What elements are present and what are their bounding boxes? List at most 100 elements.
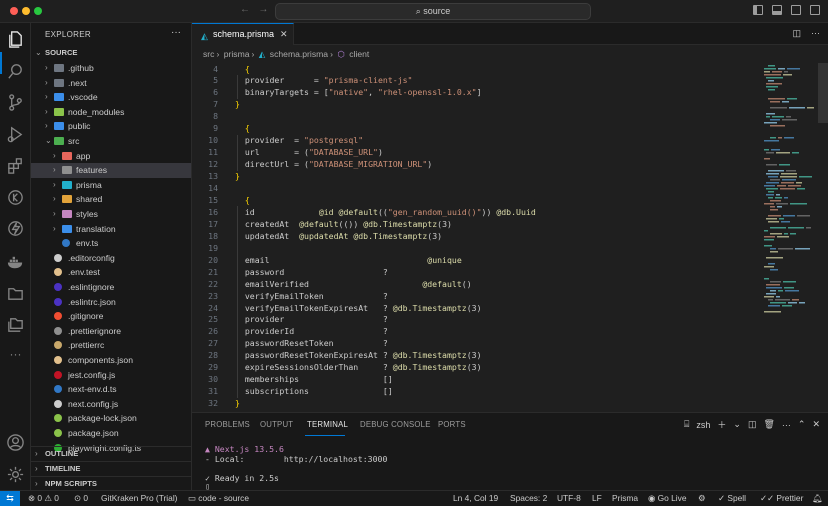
section-npm-scripts[interactable]: › NPM SCRIPTS — [31, 476, 191, 490]
extension-status-icon[interactable]: ⚙ — [698, 493, 706, 503]
new-terminal-icon[interactable]: ＋ — [717, 418, 726, 431]
tree-file[interactable]: next-env.d.ts — [31, 382, 191, 397]
settings-icon[interactable] — [6, 465, 25, 484]
shell-name[interactable]: zsh — [696, 420, 710, 430]
tree-file[interactable]: env.ts — [31, 236, 191, 251]
section-timeline[interactable]: › TIMELINE — [31, 461, 191, 476]
breadcrumb-item[interactable]: client — [349, 49, 369, 59]
trash-icon[interactable]: 🗑 — [763, 419, 774, 430]
section-outline[interactable]: › OUTLINE — [31, 446, 191, 461]
toggle-sidebar-icon[interactable] — [753, 5, 763, 15]
extensions-icon[interactable] — [6, 156, 25, 175]
spell-check-button[interactable]: ✓ Spell — [718, 493, 746, 503]
close-panel-icon[interactable]: ✕ — [812, 419, 820, 430]
tree-folder[interactable]: › translation — [31, 222, 191, 237]
tab-terminal[interactable]: TERMINAL — [307, 420, 348, 429]
tab-schema-prisma[interactable]: ◭ schema.prisma ✕ — [192, 23, 294, 45]
end-of-line[interactable]: LF — [592, 493, 602, 503]
close-window-button[interactable] — [10, 7, 18, 15]
tab-output[interactable]: OUTPUT — [260, 420, 293, 429]
split-editor-icon[interactable]: ◫ — [792, 28, 801, 39]
ports-status[interactable]: ⊙ 0 — [74, 493, 88, 503]
tree-file[interactable]: .env.test — [31, 265, 191, 280]
explorer-folders-icon[interactable] — [6, 315, 25, 334]
account-icon[interactable] — [6, 433, 25, 452]
problems-status[interactable]: ⊗ 0 ⚠ 0 — [28, 493, 59, 503]
source-control-icon[interactable] — [6, 93, 25, 112]
tree-folder[interactable]: › .vscode — [31, 90, 191, 105]
line-number: 24 — [208, 302, 218, 313]
more-actions-icon[interactable]: ··· — [811, 28, 820, 39]
code-line: updatedAt @updatedAt @db.Timestamptz(3) — [235, 230, 443, 241]
go-live-button[interactable]: ◉ Go Live — [648, 493, 687, 503]
tree-file[interactable]: jest.config.js — [31, 368, 191, 383]
editor-scrollbar[interactable] — [818, 63, 828, 123]
breadcrumb-item[interactable]: src — [203, 49, 214, 59]
minimap[interactable] — [762, 63, 814, 313]
command-center-search[interactable]: ⌕ source — [275, 3, 591, 20]
tree-file[interactable]: package-lock.json — [31, 411, 191, 426]
gitkraken-status[interactable]: GitKraken Pro (Trial) — [101, 493, 177, 503]
files-icon[interactable] — [6, 30, 25, 49]
gitkraken-icon[interactable] — [6, 188, 25, 207]
tree-item-label: components.json — [68, 355, 133, 365]
docker-icon[interactable] — [6, 253, 25, 272]
more-actions-icon[interactable]: ··· — [782, 420, 791, 430]
minimap-line — [764, 239, 774, 241]
minimap-line — [770, 281, 781, 283]
more-icon[interactable]: ··· — [6, 345, 25, 364]
tree-folder[interactable]: › shared — [31, 192, 191, 207]
minimap-line — [768, 191, 774, 193]
split-terminal-icon[interactable]: ◫ — [748, 419, 757, 430]
tree-file[interactable]: components.json — [31, 353, 191, 368]
cursor-position[interactable]: Ln 4, Col 19 — [453, 493, 498, 503]
more-actions-icon[interactable]: ··· — [171, 27, 181, 38]
tree-folder[interactable]: › features — [31, 163, 191, 178]
tree-folder[interactable]: ⌄ src — [31, 134, 191, 149]
tab-debug-console[interactable]: DEBUG CONSOLE — [360, 420, 431, 429]
tree-folder[interactable]: › app — [31, 149, 191, 164]
language-mode[interactable]: Prisma — [612, 493, 638, 503]
breadcrumb-item[interactable]: prisma — [224, 49, 250, 59]
toggle-panel-icon[interactable] — [772, 5, 782, 15]
prettier-button[interactable]: ✓✓ Prettier — [760, 493, 803, 503]
tab-ports[interactable]: PORTS — [438, 420, 466, 429]
maximize-window-button[interactable] — [34, 7, 42, 15]
customize-layout-icon[interactable] — [810, 5, 820, 15]
folder-icon[interactable] — [6, 284, 25, 303]
tree-folder[interactable]: › .next — [31, 76, 191, 91]
breadcrumb-item[interactable]: schema.prisma — [270, 49, 328, 59]
encoding[interactable]: UTF-8 — [557, 493, 581, 503]
chevron-down-icon[interactable]: ⌄ — [733, 419, 741, 430]
forward-arrow-icon[interactable]: → — [258, 4, 268, 15]
tree-file[interactable]: .gitignore — [31, 309, 191, 324]
context-status[interactable]: ▭ code - source — [188, 493, 249, 503]
tree-folder[interactable]: › styles — [31, 207, 191, 222]
code-editor[interactable]: 4 {5 provider = "prisma-client-js" 6 bina… — [192, 63, 752, 412]
maximize-panel-icon[interactable]: ⌃ — [798, 419, 806, 430]
close-tab-icon[interactable]: ✕ — [280, 29, 288, 40]
tree-file[interactable]: .prettierrc — [31, 338, 191, 353]
tree-file[interactable]: package.json — [31, 426, 191, 441]
tree-folder[interactable]: › public — [31, 119, 191, 134]
minimap-line — [786, 170, 796, 172]
tree-file[interactable]: .prettierignore — [31, 324, 191, 339]
tree-folder[interactable]: › prisma — [31, 178, 191, 193]
search-icon[interactable] — [6, 62, 25, 81]
back-arrow-icon[interactable]: ← — [240, 4, 250, 15]
workspace-root[interactable]: ⌄ SOURCE — [31, 46, 191, 61]
tree-file[interactable]: .editorconfig — [31, 251, 191, 266]
thunder-icon[interactable] — [6, 219, 25, 238]
minimize-window-button[interactable] — [22, 7, 30, 15]
remote-indicator-icon[interactable]: ⇆ — [0, 491, 20, 506]
tree-file[interactable]: .eslintrc.json — [31, 295, 191, 310]
indentation[interactable]: Spaces: 2 — [510, 493, 547, 503]
run-debug-icon[interactable] — [6, 125, 25, 144]
tree-folder[interactable]: › node_modules — [31, 105, 191, 120]
notifications-bell-icon[interactable]: 🔔︎ — [812, 493, 823, 504]
toggle-secondary-sidebar-icon[interactable] — [791, 5, 801, 15]
tree-file[interactable]: .eslintignore — [31, 280, 191, 295]
tree-file[interactable]: next.config.js — [31, 397, 191, 412]
tree-folder[interactable]: › .github — [31, 61, 191, 76]
tab-problems[interactable]: PROBLEMS — [205, 420, 250, 429]
